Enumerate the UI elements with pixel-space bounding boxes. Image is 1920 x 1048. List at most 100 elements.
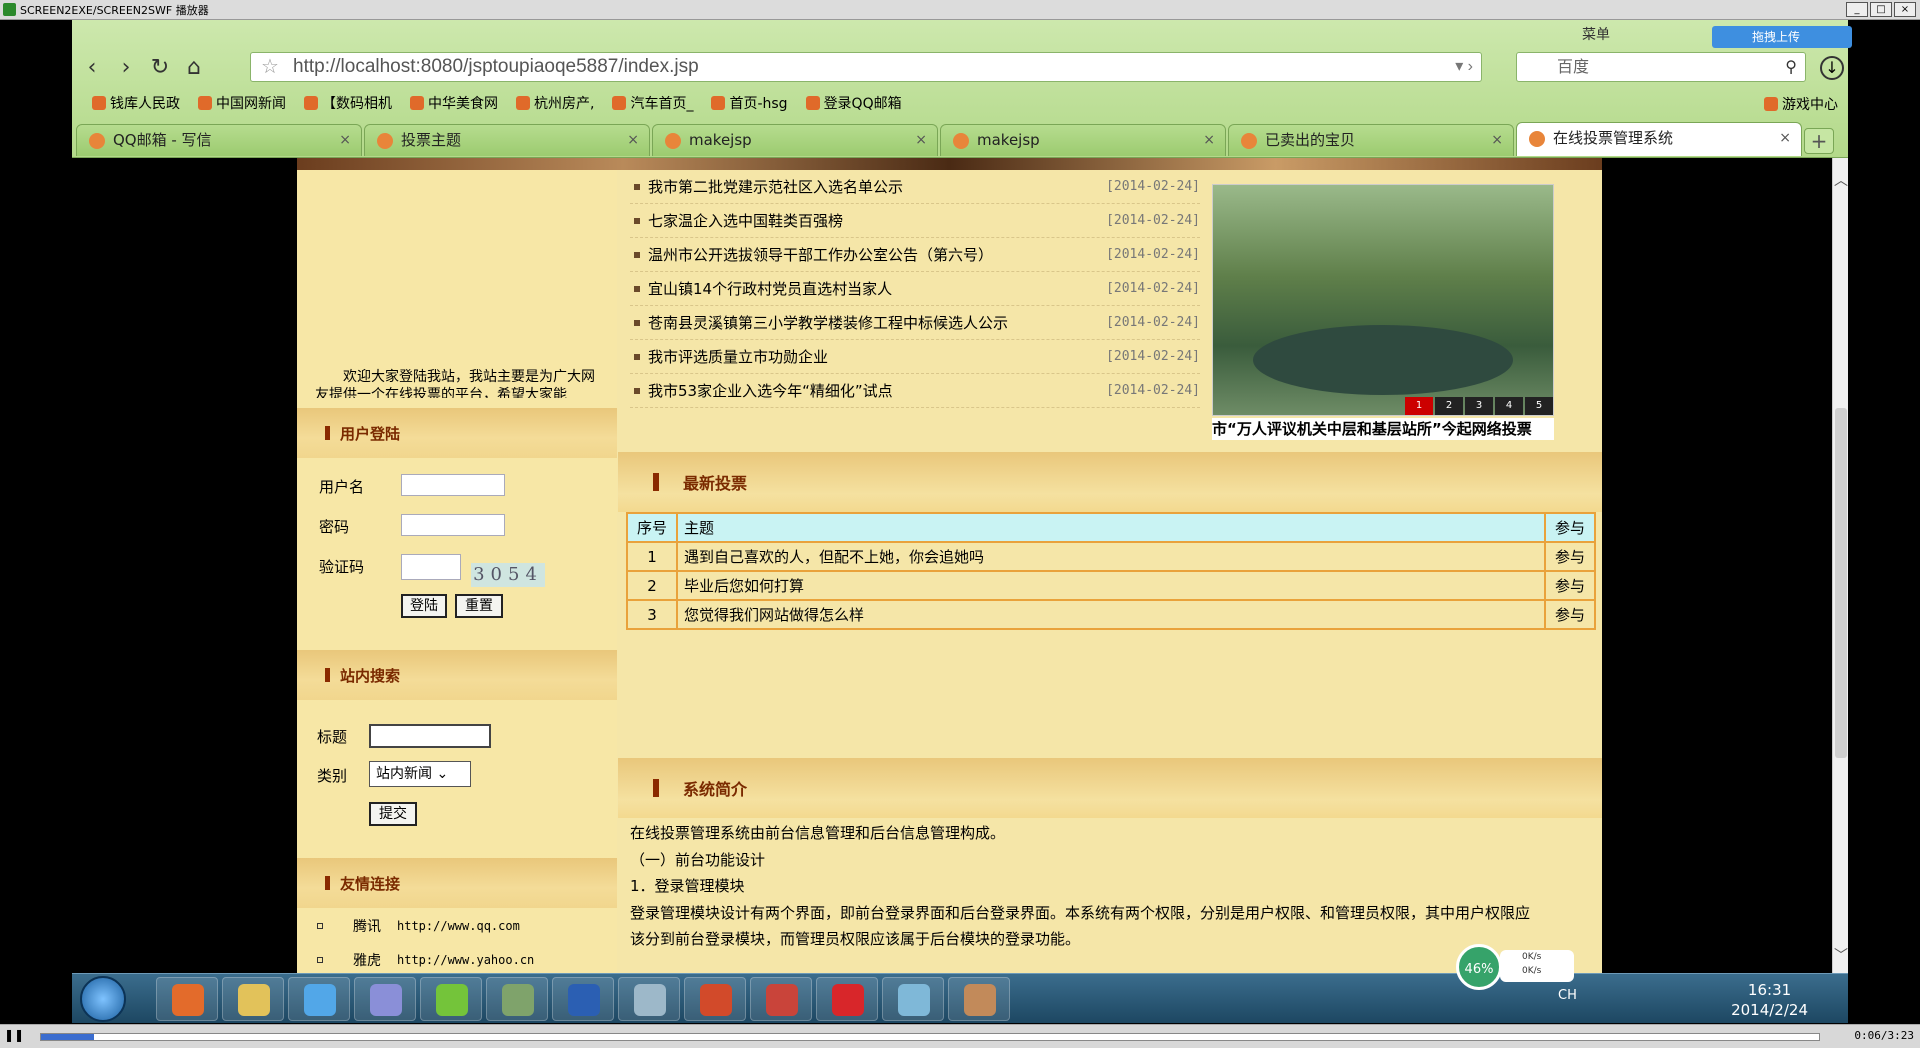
- menu-button[interactable]: 菜单: [1582, 24, 1610, 44]
- participate-link[interactable]: 参与: [1544, 541, 1596, 572]
- bookmark-item[interactable]: 杭州房产,: [516, 93, 594, 113]
- search-input[interactable]: 百度 ⚲: [1516, 52, 1806, 82]
- captcha-image[interactable]: 3054: [471, 563, 545, 587]
- browser-menu: 菜单: [1582, 24, 1610, 44]
- maximize-button[interactable]: □: [1870, 2, 1892, 17]
- bookmark-item[interactable]: 中华美食网: [410, 93, 498, 113]
- slider-caption[interactable]: 市“万人评议机关中层和基层站所”今起网络投票: [1212, 418, 1554, 440]
- taskbar-app[interactable]: [882, 977, 944, 1021]
- tab-online-voting[interactable]: 在线投票管理系统 ×: [1516, 122, 1802, 156]
- tab-vote-topic[interactable]: 投票主题 ×: [364, 124, 650, 156]
- close-icon[interactable]: ×: [339, 125, 351, 155]
- slider-page-button[interactable]: 2: [1435, 397, 1463, 415]
- taskbar-app[interactable]: [948, 977, 1010, 1021]
- taskbar-app[interactable]: [354, 977, 416, 1021]
- close-icon[interactable]: ×: [1779, 123, 1791, 153]
- taskbar-browser[interactable]: [288, 977, 350, 1021]
- close-icon[interactable]: ×: [1491, 125, 1503, 155]
- refresh-icon[interactable]: ↻: [146, 54, 174, 82]
- tab-makejsp[interactable]: makejsp ×: [652, 124, 938, 156]
- app-icon: [634, 984, 666, 1016]
- scroll-up-icon[interactable]: ︿: [1834, 170, 1848, 190]
- new-tab-button[interactable]: +: [1804, 128, 1834, 154]
- back-icon[interactable]: ‹: [78, 54, 106, 82]
- address-bar[interactable]: ☆ http://localhost:8080/jsptoupiaoqe5887…: [250, 52, 1482, 82]
- friend-link-item[interactable]: 腾讯 http://www.qq.com: [317, 916, 520, 936]
- taskbar-app[interactable]: [486, 977, 548, 1021]
- news-item[interactable]: 七家温企入选中国鞋类百强榜 [2014-02-24]: [630, 204, 1200, 238]
- search-title-label: 标题: [317, 728, 348, 746]
- table-header-row: 序号 主题 参与: [626, 512, 1596, 543]
- bookmark-item[interactable]: 钱库人民政: [92, 93, 180, 113]
- slider-page-button[interactable]: 5: [1525, 397, 1553, 415]
- username-input[interactable]: [401, 474, 505, 496]
- taskbar-app[interactable]: [618, 977, 680, 1021]
- taskbar-app[interactable]: [750, 977, 812, 1021]
- slider-page-button[interactable]: 3: [1465, 397, 1493, 415]
- search-type-select[interactable]: 站内新闻 ⌄: [369, 761, 471, 787]
- progress-fill: [41, 1034, 95, 1040]
- bookmark-item[interactable]: 【数码相机: [304, 93, 392, 113]
- password-input[interactable]: [401, 514, 505, 536]
- voting-site-page: 欢迎大家登陆我站，我站主要是为广大网友提供一个在线投票的平台，希望大家能 用户登…: [297, 158, 1602, 973]
- friend-link-item[interactable]: 雅虎 http://www.yahoo.cn: [317, 950, 534, 970]
- home-icon[interactable]: ⌂: [180, 54, 208, 82]
- game-center-link[interactable]: 游戏中心: [1764, 94, 1838, 114]
- progress-track[interactable]: [40, 1033, 1820, 1041]
- tab-sold-items[interactable]: 已卖出的宝贝 ×: [1228, 124, 1514, 156]
- search-title-input[interactable]: [369, 724, 491, 748]
- slider-page-button[interactable]: 4: [1495, 397, 1523, 415]
- address-dropdown-icon[interactable]: ▾ ›: [1455, 53, 1473, 81]
- pause-icon[interactable]: ❚❚: [4, 1028, 24, 1042]
- tab-makejsp-2[interactable]: makejsp ×: [940, 124, 1226, 156]
- participate-link[interactable]: 参与: [1544, 599, 1596, 630]
- search-submit-button[interactable]: 提交: [369, 802, 417, 826]
- taskbar-word[interactable]: [552, 977, 614, 1021]
- page-scrollbar[interactable]: ︿ ﹀: [1832, 158, 1848, 973]
- taskbar-app[interactable]: [684, 977, 746, 1021]
- news-item[interactable]: 我市评选质量立市功勋企业 [2014-02-24]: [630, 340, 1200, 374]
- news-item[interactable]: 我市53家企业入选今年“精细化”试点 [2014-02-24]: [630, 374, 1200, 408]
- taskbar-app[interactable]: [816, 977, 878, 1021]
- news-item[interactable]: 我市第二批党建示范社区入选名单公示 [2014-02-24]: [630, 170, 1200, 204]
- minimize-button[interactable]: _: [1846, 2, 1868, 17]
- bookmark-item[interactable]: 汽车首页_: [612, 93, 693, 113]
- tab-qqmail[interactable]: QQ邮箱 - 写信 ×: [76, 124, 362, 156]
- bookmark-item[interactable]: 登录QQ邮箱: [805, 93, 902, 113]
- close-icon[interactable]: ×: [1203, 125, 1215, 155]
- close-button[interactable]: ×: [1894, 2, 1916, 17]
- playback-time: 0:06/3:23: [1854, 1029, 1914, 1042]
- captcha-input[interactable]: [401, 554, 461, 580]
- taskbar-explorer[interactable]: [222, 977, 284, 1021]
- app-icon: [172, 984, 204, 1016]
- taskbar-app[interactable]: [156, 977, 218, 1021]
- bookmark-star-icon[interactable]: ☆: [261, 53, 279, 81]
- close-icon[interactable]: ×: [915, 125, 927, 155]
- search-icon[interactable]: ⚲: [1785, 53, 1797, 81]
- clock[interactable]: 16:31 2014/2/24: [1731, 980, 1808, 1020]
- bookmark-item[interactable]: 中国网新闻: [198, 93, 286, 113]
- scrollbar-thumb[interactable]: [1835, 408, 1847, 758]
- participate-link[interactable]: 参与: [1544, 570, 1596, 601]
- image-slider[interactable]: 1 2 3 4 5: [1212, 184, 1554, 416]
- network-monitor[interactable]: 46% 0K/s 0K/s: [1456, 944, 1574, 990]
- login-button[interactable]: 登陆: [401, 594, 447, 618]
- tab-favicon: [1529, 131, 1545, 147]
- taskbar-app[interactable]: [420, 977, 482, 1021]
- slider-page-button[interactable]: 1: [1405, 397, 1433, 415]
- download-icon[interactable]: ↓: [1820, 56, 1844, 80]
- bookmark-icon: [410, 96, 424, 110]
- web-viewport: 欢迎大家登陆我站，我站主要是为广大网友提供一个在线投票的平台，希望大家能 用户登…: [72, 158, 1832, 973]
- close-icon[interactable]: ×: [627, 125, 639, 155]
- reset-button[interactable]: 重置: [455, 594, 503, 618]
- news-item[interactable]: 苍南县灵溪镇第三小学教学楼装修工程中标候选人公示 [2014-02-24]: [630, 306, 1200, 340]
- scroll-down-icon[interactable]: ﹀: [1834, 945, 1848, 965]
- news-item[interactable]: 温州市公开选拔领导干部工作办公室公告（第六号） [2014-02-24]: [630, 238, 1200, 272]
- start-button[interactable]: [80, 976, 126, 1022]
- forward-icon[interactable]: ›: [112, 54, 140, 82]
- bookmark-item[interactable]: 首页-hsg: [711, 93, 788, 113]
- news-item[interactable]: 宜山镇14个行政村党员直选村当家人 [2014-02-24]: [630, 272, 1200, 306]
- upload-badge[interactable]: 拖拽上传: [1712, 26, 1852, 48]
- language-indicator[interactable]: CH: [1558, 988, 1577, 1003]
- app-icon: [832, 984, 864, 1016]
